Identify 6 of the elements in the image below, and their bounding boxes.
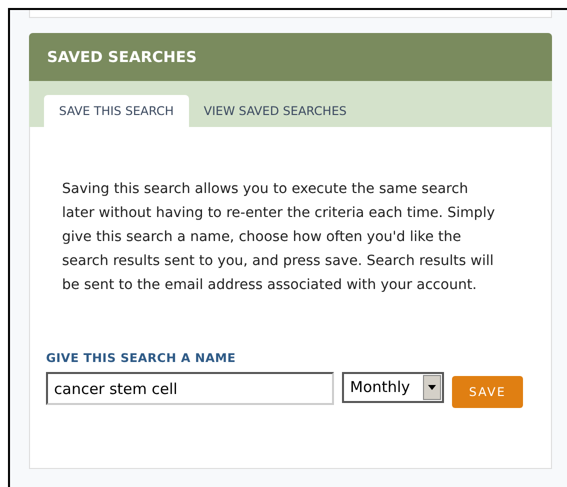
field-label: GIVE THIS SEARCH A NAME <box>46 350 237 367</box>
tab[interactable]: SAVE THIS SEARCH <box>44 95 189 127</box>
panel-title: SAVED SEARCHES <box>29 33 552 81</box>
tab[interactable]: VIEW SAVED SEARCHES <box>188 95 362 127</box>
search-name-field[interactable]: cancer stem cell <box>46 372 334 405</box>
description-text: Saving this search allows you to execute the same search later without having to re-enter the criteria each time. Simply give this search a name, choose how often you'd like the search results sent to you, and press save. Search results will be sent to the email address associated with your account. <box>62 180 496 295</box>
